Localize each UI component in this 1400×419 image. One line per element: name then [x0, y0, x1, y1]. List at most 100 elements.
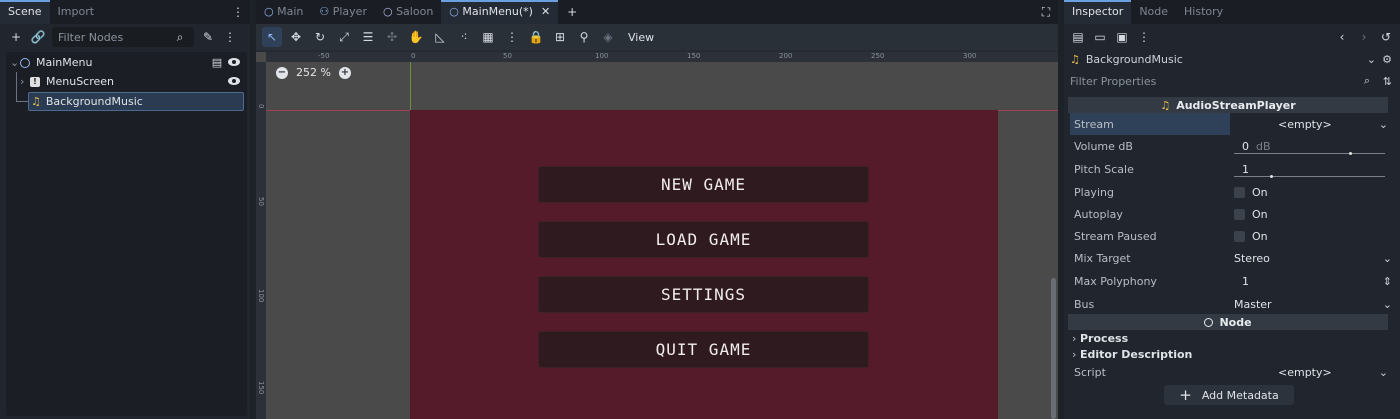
tab-main[interactable]: ○ Main	[256, 0, 311, 24]
editor-description-group[interactable]: › Editor Description	[1070, 346, 1394, 362]
quit-game-button[interactable]: QUIT GAME	[538, 331, 869, 368]
tab-player[interactable]: ⚇ Player	[311, 0, 375, 24]
script-icon[interactable]: ▤	[211, 55, 223, 69]
load-game-button[interactable]: LOAD GAME	[538, 221, 869, 258]
select-tool-icon[interactable]: ↖	[262, 27, 282, 47]
group-icon[interactable]: ⊞	[550, 27, 570, 47]
visibility-icon[interactable]	[227, 74, 241, 88]
node-section[interactable]: Node	[1068, 314, 1388, 330]
playing-checkbox[interactable]	[1234, 187, 1245, 198]
chevron-down-icon[interactable]: ⌄	[1379, 118, 1388, 131]
chevron-down-icon[interactable]: ⌄	[1383, 252, 1392, 265]
history-forward-icon[interactable]: ›	[1356, 29, 1372, 45]
ruler-tool-icon[interactable]: ◺	[430, 27, 450, 47]
tab-saloon[interactable]: ○ Saloon	[375, 0, 441, 24]
attach-script-icon[interactable]: ✎	[200, 29, 216, 45]
visibility-icon[interactable]	[227, 55, 241, 69]
expand-chevron-icon[interactable]: ›	[20, 75, 30, 88]
grid-snap-icon[interactable]: ▦	[478, 27, 498, 47]
volume-slider[interactable]	[1234, 152, 1385, 155]
tab-inspector[interactable]: Inspector	[1064, 0, 1132, 24]
scene-toolbar: + 🔗 Filter Nodes ⌕ ✎ ⋮	[0, 26, 250, 48]
more-options-icon[interactable]: ⋮	[1136, 29, 1152, 45]
add-tab-icon[interactable]: +	[564, 4, 580, 20]
chevron-down-icon[interactable]: ⌄	[1379, 366, 1388, 379]
snap-options-icon[interactable]: ⋮	[502, 27, 522, 47]
audiostreamplayer-section[interactable]: ♫ AudioStreamPlayer	[1068, 97, 1388, 113]
list-tool-icon[interactable]: ☰	[358, 27, 378, 47]
node2d-icon: ○	[264, 5, 278, 18]
lock-icon[interactable]: 🔒	[526, 27, 546, 47]
add-node-icon[interactable]: +	[8, 29, 24, 45]
expand-chevron-icon: ›	[1072, 347, 1077, 361]
prop-label: Max Polyphony	[1074, 274, 1157, 288]
pitch-slider[interactable]	[1234, 175, 1385, 178]
ruler-tick-label: 50	[257, 197, 265, 206]
chevron-down-icon[interactable]: ⌄	[1367, 53, 1376, 66]
canvas-viewport[interactable]: -50 0 50 100 150 200 250 300 0 50 100 15…	[256, 52, 1058, 419]
scale-tool-icon[interactable]: ⤢	[334, 27, 354, 47]
distraction-free-icon[interactable]: ⛶	[1038, 4, 1054, 20]
prop-autoplay[interactable]: Autoplay On	[1070, 203, 1394, 225]
scene-menu-icon[interactable]: ⋮	[222, 29, 238, 45]
warning-node-icon: !	[30, 76, 40, 87]
move-tool-icon[interactable]: ✥	[286, 27, 306, 47]
tree-node-mainmenu[interactable]: ⌄ MainMenu ▤	[6, 53, 247, 72]
prop-pitch-scale[interactable]: Pitch Scale 1	[1070, 158, 1394, 180]
smart-snap-icon[interactable]: ⁖	[454, 27, 474, 47]
pan-tool-icon[interactable]: ✋	[406, 27, 426, 47]
prop-value: <empty>	[1278, 117, 1332, 131]
new-resource-icon[interactable]: ▤	[1070, 29, 1086, 45]
selected-object-row[interactable]: ♫ BackgroundMusic ⌄ ⚙	[1070, 49, 1394, 69]
object-history-icon[interactable]: ↺	[1378, 29, 1394, 45]
process-group[interactable]: › Process	[1070, 330, 1394, 346]
viewport-scrollbar[interactable]	[1051, 278, 1056, 419]
tab-node[interactable]: Node	[1131, 0, 1176, 24]
view-menu[interactable]: View	[628, 31, 654, 44]
tab-history[interactable]: History	[1176, 0, 1231, 24]
save-icon[interactable]: ▣	[1114, 29, 1130, 45]
zoom-in-icon[interactable]: +	[338, 66, 351, 79]
zoom-level[interactable]: 252 %	[296, 66, 331, 79]
history-back-icon[interactable]: ‹	[1334, 29, 1350, 45]
tab-import[interactable]: Import	[50, 0, 103, 24]
add-metadata-button[interactable]: + Add Metadata	[1164, 385, 1294, 405]
link-icon[interactable]: 🔗	[30, 29, 46, 45]
tab-mainmenu[interactable]: ○ MainMenu(*) ✕	[441, 0, 559, 24]
prop-mix-target[interactable]: Mix Target Stereo ⌄	[1070, 247, 1394, 269]
settings-button[interactable]: SETTINGS	[538, 276, 869, 313]
filter-properties-input[interactable]: Filter Properties	[1070, 75, 1156, 88]
pivot-tool-icon[interactable]: ✣	[382, 27, 402, 47]
collapse-chevron-icon[interactable]: ⌄	[10, 56, 20, 69]
prop-max-polyphony[interactable]: Max Polyphony 1 ⇕	[1070, 270, 1394, 292]
tool-icon[interactable]: ⚙	[1382, 53, 1392, 66]
close-tab-icon[interactable]: ✕	[541, 5, 550, 18]
dock-menu-icon[interactable]: ⋮	[230, 4, 246, 20]
new-game-button[interactable]: NEW GAME	[538, 166, 869, 203]
prop-script[interactable]: Script <empty> ⌄	[1070, 361, 1394, 383]
chevron-down-icon[interactable]: ⌄	[1383, 298, 1392, 311]
prop-bus[interactable]: Bus Master ⌄	[1070, 293, 1394, 315]
group-label: Editor Description	[1080, 347, 1193, 361]
autoplay-checkbox[interactable]	[1234, 209, 1245, 220]
bone-icon[interactable]: ⚲	[574, 27, 594, 47]
zoom-out-icon[interactable]: −	[276, 66, 288, 79]
open-folder-icon[interactable]: ▭	[1092, 29, 1108, 45]
tab-scene[interactable]: Scene	[0, 0, 50, 24]
add-metadata-label: Add Metadata	[1201, 388, 1279, 402]
spinbox-arrows-icon[interactable]: ⇕	[1383, 275, 1392, 288]
audio-stream-player-icon: ♫	[31, 95, 41, 108]
tree-node-backgroundmusic[interactable]: ♫ BackgroundMusic	[28, 92, 244, 111]
prop-stream-paused[interactable]: Stream Paused On	[1070, 225, 1394, 247]
tree-node-menuscreen[interactable]: › ! MenuScreen	[6, 72, 247, 91]
stream-paused-checkbox[interactable]	[1234, 231, 1245, 242]
prop-volume-db[interactable]: Volume dB 0 dB	[1070, 135, 1394, 157]
prop-label: Playing	[1074, 185, 1114, 199]
rotate-tool-icon[interactable]: ↻	[310, 27, 330, 47]
camera-icon[interactable]: ◈	[598, 27, 618, 47]
prop-stream[interactable]: Stream <empty> ⌄	[1070, 113, 1394, 135]
main-menu-canvas[interactable]: NEW GAME LOAD GAME SETTINGS QUIT GAME	[410, 110, 998, 419]
sort-icon[interactable]: ⇅	[1383, 75, 1392, 88]
prop-playing[interactable]: Playing On	[1070, 181, 1394, 203]
filter-nodes-input[interactable]: Filter Nodes ⌕	[52, 27, 194, 47]
